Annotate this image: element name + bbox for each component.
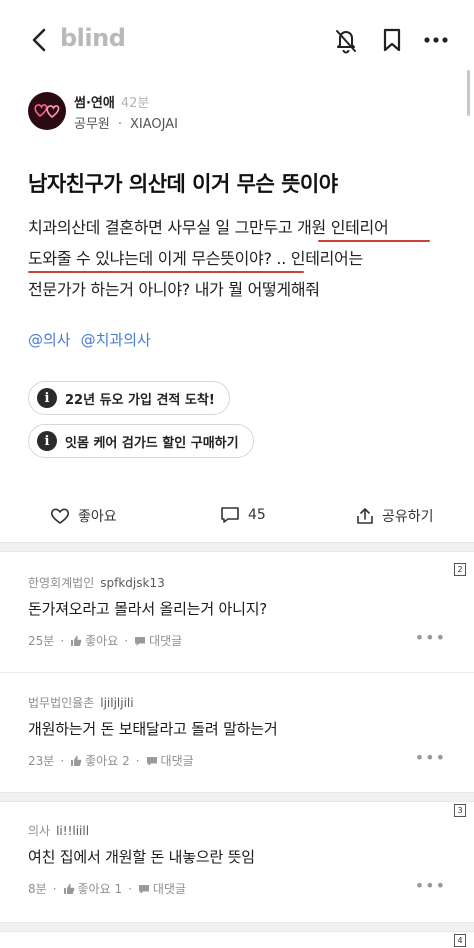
comment-time: 25분 — [28, 634, 55, 648]
comment-time: 23분 — [28, 754, 55, 768]
comment-text: 돈가져오라고 몰라서 올리는거 아니지? — [28, 600, 268, 618]
comment-text: 개원하는거 돈 보태달라고 돌려 말하는거 — [28, 720, 278, 738]
blind-logo[interactable]: blind — [60, 24, 126, 52]
share-icon — [357, 508, 373, 524]
scrollbar[interactable] — [467, 70, 470, 116]
notice-pill[interactable]: i 22년 듀오 가입 견적 도착! — [28, 381, 230, 415]
comment-meta: 법무법인율촌 ljiljljili — [28, 694, 134, 711]
post-category-line: 썸·연애 42분 — [74, 92, 149, 111]
thumbs-up-icon — [71, 635, 82, 646]
bookmark-icon[interactable] — [378, 26, 406, 54]
comment-count: 45 — [248, 507, 266, 523]
post-body-line: 전문가가 하는거 아니야? 내가 뭘 어떻게해줘 — [28, 280, 320, 299]
back-arrow-icon[interactable] — [28, 26, 52, 54]
highlight-underline — [28, 271, 304, 273]
avatar[interactable] — [28, 92, 66, 130]
comment-reply-button[interactable]: 대댓글 — [149, 632, 182, 649]
more-dots-icon[interactable] — [422, 26, 450, 54]
comment-text: 여친 집에서 개원할 돈 내놓으란 뜻임 — [28, 848, 255, 866]
thumbs-up-icon — [71, 755, 82, 766]
comment-nickname: ljiljljili — [100, 696, 134, 710]
page-badge: 4 — [454, 934, 466, 947]
section-divider — [0, 792, 474, 802]
post-body-line: 도와줄 수 있냐는데 이게 무슨뜻이야? .. 인테리어는 — [28, 249, 363, 268]
comment-company: 의사 — [28, 824, 51, 838]
comment-nickname: li!!liill — [56, 824, 90, 838]
comment-footer: 8분 · 좋아요 1 · 대댓글 — [28, 880, 187, 897]
like-label: 좋아요 — [78, 509, 117, 525]
author-info: 공무원 · XIAOJAI — [74, 117, 179, 132]
comment-footer: 23분 · 좋아요 2 · 대댓글 — [28, 752, 194, 769]
comment-meta: 한영회계법인 spfkdjsk13 — [28, 574, 165, 591]
info-icon: i — [37, 388, 57, 408]
thumbs-up-icon — [63, 883, 74, 894]
comment-reply-button[interactable]: 대댓글 — [153, 880, 186, 897]
share-label: 공유하기 — [382, 509, 434, 525]
comment-icon — [221, 507, 239, 523]
post-title: 남자친구가 의산데 이거 무슨 뜻이야 — [28, 172, 338, 196]
heart-avatar-icon — [34, 104, 60, 119]
reply-bubble-icon — [146, 756, 157, 766]
post-time: 42분 — [120, 96, 150, 111]
comment-more-icon[interactable]: ••• — [415, 748, 446, 767]
like-button[interactable]: 좋아요 — [50, 506, 117, 526]
comment-meta: 의사 li!!liill — [28, 822, 89, 839]
comment-company: 법무법인율촌 — [28, 696, 95, 710]
comment-more-icon[interactable]: ••• — [415, 876, 446, 895]
comment-nickname: spfkdjsk13 — [100, 576, 165, 590]
post-body: 치과의산데 결혼하면 사무실 일 그만두고 개원 인테리어 도와줄 수 있냐는데… — [28, 212, 448, 305]
comment-company: 한영회계법인 — [28, 576, 95, 590]
comment-divider — [0, 672, 474, 673]
reply-bubble-icon — [138, 884, 149, 894]
bell-off-icon[interactable] — [332, 26, 360, 54]
tag-link[interactable]: @의사 — [28, 331, 71, 349]
comment-more-icon[interactable]: ••• — [415, 628, 446, 647]
section-divider — [0, 542, 474, 552]
page-badge: 2 — [454, 563, 466, 576]
notice-label: 잇몸 케어 검가드 할인 구매하기 — [65, 435, 239, 451]
comment-time: 8분 — [28, 882, 47, 896]
top-bar: blind — [0, 0, 474, 80]
comment-reply-button[interactable]: 대댓글 — [161, 752, 194, 769]
notice-label: 22년 듀오 가입 견적 도착! — [65, 392, 215, 408]
tag-link[interactable]: @치과의사 — [81, 331, 151, 349]
reply-bubble-icon — [135, 636, 146, 646]
author-nickname: XIAOJAI — [130, 117, 179, 132]
comment-like-button[interactable]: 좋아요 2 — [85, 752, 130, 769]
post-body-line: 치과의산데 결혼하면 사무실 일 그만두고 개원 인테리어 — [28, 218, 389, 237]
heart-icon — [50, 508, 70, 524]
notice-pill[interactable]: i 잇몸 케어 검가드 할인 구매하기 — [28, 424, 254, 458]
info-icon: i — [37, 431, 57, 451]
tag-list: @의사 @치과의사 — [28, 329, 161, 350]
highlight-underline — [318, 240, 430, 242]
comment-like-button[interactable]: 좋아요 — [85, 632, 118, 649]
author-company: 공무원 — [74, 117, 110, 132]
page-badge: 3 — [454, 804, 466, 817]
comment-footer: 25분 · 좋아요 · 대댓글 — [28, 632, 183, 649]
category-label[interactable]: 썸·연애 — [74, 96, 115, 111]
section-divider — [0, 922, 474, 932]
comment-count-button[interactable]: 45 — [220, 506, 266, 524]
share-button[interactable]: 공유하기 — [356, 506, 434, 526]
comment-like-button[interactable]: 좋아요 1 — [78, 880, 123, 897]
post-action-bar: 좋아요 45 공유하기 — [0, 498, 474, 538]
